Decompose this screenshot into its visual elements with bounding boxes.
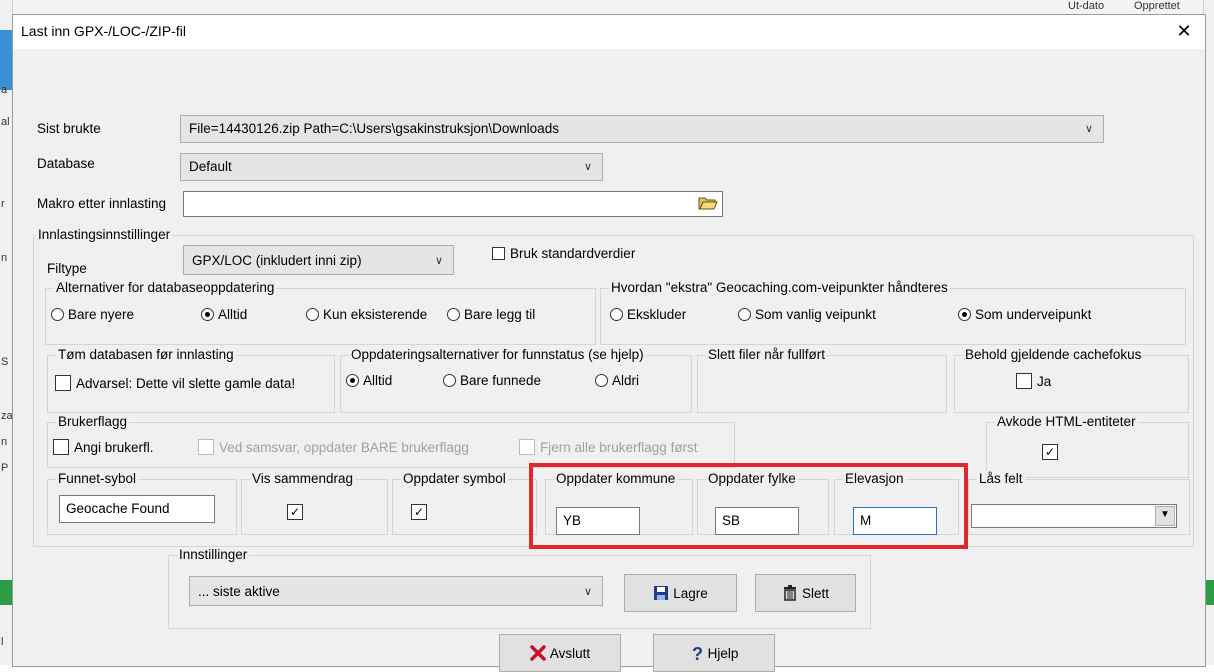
- innstillinger-select[interactable]: ... siste aktive ∨: [189, 576, 603, 606]
- ekstra-legend: Hvordan "ekstra" Geocaching.com-veipunkt…: [609, 280, 950, 295]
- oppdater-symbol-checkbox[interactable]: ✓: [411, 504, 432, 520]
- svg-text:?: ?: [692, 644, 703, 662]
- avkode-legend: Avkode HTML-entiteter: [995, 414, 1138, 429]
- bruk-standard-label: Bruk standardverdier: [510, 246, 636, 261]
- vis-sammendrag-group: Vis sammendrag: [241, 471, 388, 535]
- close-icon: ✕: [1176, 21, 1192, 41]
- title-bar: Last inn GPX-/LOC-/ZIP-fil ✕: [13, 15, 1205, 47]
- radio-ekskluder[interactable]: Ekskluder: [610, 307, 686, 322]
- makro-input[interactable]: [183, 191, 723, 217]
- dropdown-arrow-icon: ▼: [1155, 506, 1175, 526]
- slett-filer-group: Slett filer når fullført: [697, 347, 947, 413]
- radio-bare-legg-til[interactable]: Bare legg til: [447, 307, 535, 322]
- slett-filer-legend: Slett filer når fullført: [706, 347, 828, 362]
- radio-aldri[interactable]: Aldri: [595, 373, 639, 388]
- filtype-value: GPX/LOC (inkludert inni zip): [192, 253, 362, 268]
- radio-som-vanlig-veipunkt[interactable]: Som vanlig veipunkt: [738, 307, 876, 322]
- oppdater-symbol-legend: Oppdater symbol: [401, 471, 508, 486]
- hjelp-button[interactable]: ? Hjelp: [653, 634, 775, 672]
- checkmark-icon: ✓: [287, 504, 303, 520]
- behold-checkbox[interactable]: Ja: [1016, 373, 1051, 389]
- lagre-button[interactable]: Lagre: [624, 574, 737, 612]
- bruk-standard-checkbox[interactable]: Bruk standardverdier: [492, 246, 635, 261]
- radio-kun-eksisterende[interactable]: Kun eksisterende: [306, 307, 427, 322]
- sist-brukte-label: Sist brukte: [37, 121, 101, 136]
- funnet-legend: Funnet-sybol: [56, 471, 139, 486]
- trash-icon: [783, 585, 796, 601]
- filtype-label: Filtype: [47, 261, 87, 276]
- vis-sammendrag-checkbox[interactable]: ✓: [287, 504, 308, 520]
- close-button[interactable]: ✕: [1167, 15, 1201, 47]
- funnet-input[interactable]: Geocache Found: [59, 495, 215, 523]
- avkode-checkbox[interactable]: ✓: [1042, 444, 1063, 460]
- checkbox-box: [492, 247, 505, 260]
- innlasting-legend: Innlastingsinnstillinger: [36, 227, 173, 242]
- help-question-icon: ?: [692, 644, 703, 662]
- dialog-body: Sist brukte File=14430126.zip Path=C:\Us…: [13, 49, 1205, 672]
- makro-label: Makro etter innlasting: [37, 196, 167, 211]
- behold-group: Behold gjeldende cachefokus: [954, 347, 1189, 413]
- avslutt-button[interactable]: Avslutt: [499, 634, 621, 672]
- radio-funn-alltid[interactable]: Alltid: [346, 373, 392, 388]
- radio-som-underveipunkt[interactable]: Som underveipunkt: [958, 307, 1091, 322]
- vis-sammendrag-legend: Vis sammendrag: [250, 471, 356, 486]
- ekstra-group: Hvordan "ekstra" Geocaching.com-veipunkt…: [600, 280, 1186, 345]
- radio-bare-nyere[interactable]: Bare nyere: [51, 307, 134, 322]
- bg-column-header: Opprettet: [1134, 0, 1180, 12]
- chevron-down-icon: ∨: [583, 161, 592, 173]
- checkmark-icon: ✓: [411, 504, 427, 520]
- tom-legend: Tøm databasen før innlasting: [56, 347, 236, 362]
- tom-checkbox[interactable]: Advarsel: Dette vil slette gamle data!: [55, 375, 295, 391]
- avkode-group: Avkode HTML-entiteter: [986, 414, 1189, 478]
- dialog-title: Last inn GPX-/LOC-/ZIP-fil: [21, 23, 186, 39]
- radio-alltid[interactable]: Alltid: [201, 307, 247, 322]
- load-gpx-dialog: Last inn GPX-/LOC-/ZIP-fil ✕ Sist brukte…: [12, 14, 1206, 672]
- alternativer-legend: Alternativer for databaseoppdatering: [54, 280, 277, 295]
- chevron-down-icon: ∨: [583, 586, 592, 598]
- background-app-header: Ut-dato Opprettet: [0, 0, 1214, 15]
- bg-column-header: Ut-dato: [1068, 0, 1105, 12]
- database-label: Database: [37, 156, 95, 171]
- database-value: Default: [189, 159, 232, 174]
- database-select[interactable]: Default ∨: [180, 153, 603, 181]
- las-felt-select[interactable]: ▼: [971, 504, 1177, 528]
- fjern-brukerflagg-checkbox[interactable]: Fjern alle brukerflagg først: [519, 439, 698, 455]
- innstillinger-legend: Innstillinger: [177, 547, 250, 562]
- behold-legend: Behold gjeldende cachefokus: [963, 347, 1144, 362]
- folder-open-icon[interactable]: [696, 193, 720, 213]
- sist-brukte-value: File=14430126.zip Path=C:\Users\gsakinst…: [189, 121, 559, 136]
- sist-brukte-select[interactable]: File=14430126.zip Path=C:\Users\gsakinst…: [180, 115, 1104, 143]
- slett-button[interactable]: Slett: [755, 574, 856, 612]
- filtype-select[interactable]: GPX/LOC (inkludert inni zip) ∨: [183, 245, 454, 275]
- chevron-down-icon: ∨: [434, 255, 443, 267]
- checkmark-icon: ✓: [1042, 444, 1058, 460]
- radio-bare-funnede[interactable]: Bare funnede: [443, 373, 541, 388]
- cancel-x-icon: [530, 645, 546, 661]
- funnstatus-legend: Oppdateringsalternativer for funnstatus …: [349, 347, 646, 362]
- innstillinger-value: ... siste aktive: [198, 584, 280, 599]
- chevron-down-icon: ∨: [1084, 123, 1093, 135]
- save-icon: [654, 586, 669, 600]
- highlight-rectangle: [529, 463, 968, 549]
- angi-brukerflagg-checkbox[interactable]: Angi brukerfl.: [53, 439, 154, 455]
- las-felt-legend: Lås felt: [977, 471, 1025, 486]
- ved-samsvar-checkbox[interactable]: Ved samsvar, oppdater BARE brukerflagg: [198, 439, 469, 455]
- brukerflagg-legend: Brukerflagg: [56, 414, 130, 429]
